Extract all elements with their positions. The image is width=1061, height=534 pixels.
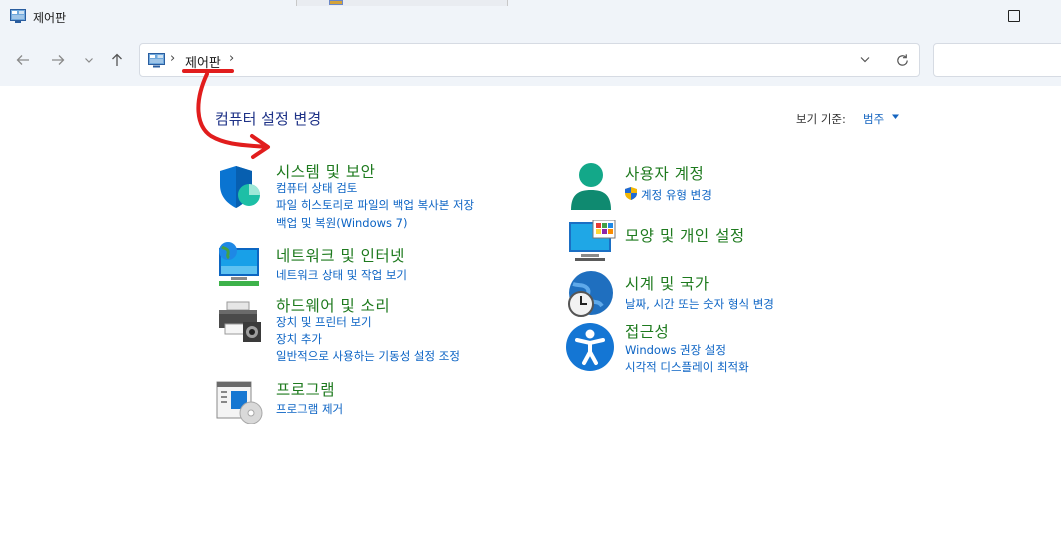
category-programs: 프로그램 프로그램 제거 xyxy=(215,378,535,424)
link-date-time-format[interactable]: 날짜, 시간 또는 숫자 형식 변경 xyxy=(625,296,774,312)
address-bar[interactable]: › 제어판 › xyxy=(139,43,920,77)
control-panel-icon xyxy=(148,53,165,68)
link-network-status[interactable]: 네트워크 상태 및 작업 보기 xyxy=(276,267,407,283)
category-hardware-sound: 하드웨어 및 소리 장치 및 프린터 보기 장치 추가 일반적으로 사용하는 기… xyxy=(215,294,535,369)
uac-shield-icon xyxy=(625,187,637,200)
breadcrumb-separator-icon[interactable]: › xyxy=(229,51,234,66)
link-uninstall-program[interactable]: 프로그램 제거 xyxy=(276,401,343,417)
control-panel-icon xyxy=(10,9,26,23)
breadcrumb-separator-icon[interactable]: › xyxy=(170,51,175,66)
page-title: 컴퓨터 설정 변경 xyxy=(215,110,322,128)
category-appearance-personalization: 모양 및 개인 설정 xyxy=(565,220,885,265)
category-title[interactable]: 사용자 계정 xyxy=(625,162,704,184)
category-title[interactable]: 접근성 xyxy=(625,320,669,342)
programs-icon xyxy=(216,381,263,424)
shield-icon xyxy=(220,166,260,208)
refresh-icon[interactable] xyxy=(895,53,910,68)
link-devices-printers[interactable]: 장치 및 프린터 보기 xyxy=(276,314,372,330)
view-by-dropdown[interactable]: 범주 xyxy=(863,111,884,127)
category-title[interactable]: 하드웨어 및 소리 xyxy=(276,294,390,316)
category-title[interactable]: 모양 및 개인 설정 xyxy=(625,224,745,246)
category-title[interactable]: 시계 및 국가 xyxy=(625,272,710,294)
forward-button[interactable] xyxy=(48,50,68,70)
background-tab[interactable] xyxy=(296,0,508,6)
link-optimize-visual-display[interactable]: 시각적 디스플레이 최적화 xyxy=(625,359,749,375)
link-add-device[interactable]: 장치 추가 xyxy=(276,331,322,347)
navigation-bar: › 제어판 › xyxy=(0,36,1061,86)
breadcrumb-control-panel[interactable]: 제어판 xyxy=(185,52,221,71)
link-mobility-settings[interactable]: 일반적으로 사용하는 기동성 설정 조정 xyxy=(276,348,460,364)
category-clock-region: 시계 및 국가 날짜, 시간 또는 숫자 형식 변경 xyxy=(565,270,885,320)
search-input[interactable] xyxy=(933,43,1061,77)
category-network-internet: 네트워크 및 인터넷 네트워크 상태 및 작업 보기 xyxy=(215,242,535,289)
link-change-account-type[interactable]: 계정 유형 변경 xyxy=(641,187,712,203)
arrow-up-icon xyxy=(112,53,122,66)
folder-icon xyxy=(329,0,343,5)
title-bar: 제어판 xyxy=(0,0,1061,36)
clock-globe-icon xyxy=(568,271,613,317)
appearance-icon xyxy=(569,220,616,261)
accessibility-icon xyxy=(566,323,614,371)
caret-down-icon[interactable] xyxy=(891,112,900,121)
printer-icon xyxy=(219,301,261,342)
arrow-right-icon xyxy=(52,55,65,65)
link-file-history-backup[interactable]: 파일 히스토리로 파일의 백업 복사본 저장 xyxy=(276,197,474,213)
user-account-icon xyxy=(571,163,611,210)
address-history-dropdown[interactable] xyxy=(859,53,871,65)
link-review-computer-status[interactable]: 컴퓨터 상태 검토 xyxy=(276,180,357,196)
category-title[interactable]: 시스템 및 보안 xyxy=(276,160,375,182)
link-backup-restore[interactable]: 백업 및 복원(Windows 7) xyxy=(276,215,408,231)
back-button[interactable] xyxy=(13,50,33,70)
up-button[interactable] xyxy=(107,50,127,70)
recent-locations-button[interactable] xyxy=(79,50,99,70)
window-title: 제어판 xyxy=(33,11,67,25)
view-by-label: 보기 기준: xyxy=(796,112,846,126)
category-title[interactable]: 프로그램 xyxy=(276,378,335,400)
maximize-button[interactable] xyxy=(1008,10,1020,22)
arrow-left-icon xyxy=(16,55,29,65)
link-windows-recommended[interactable]: Windows 권장 설정 xyxy=(625,342,726,358)
network-globe-icon xyxy=(219,242,259,286)
category-title[interactable]: 네트워크 및 인터넷 xyxy=(276,244,405,266)
category-ease-of-access: 접근성 Windows 권장 설정 시각적 디스플레이 최적화 xyxy=(565,320,885,375)
category-user-accounts: 사용자 계정 계정 유형 변경 xyxy=(565,162,885,212)
category-system-security: 시스템 및 보안 컴퓨터 상태 검토 파일 히스토리로 파일의 백업 복사본 저… xyxy=(215,160,535,240)
chevron-down-icon xyxy=(85,58,93,63)
